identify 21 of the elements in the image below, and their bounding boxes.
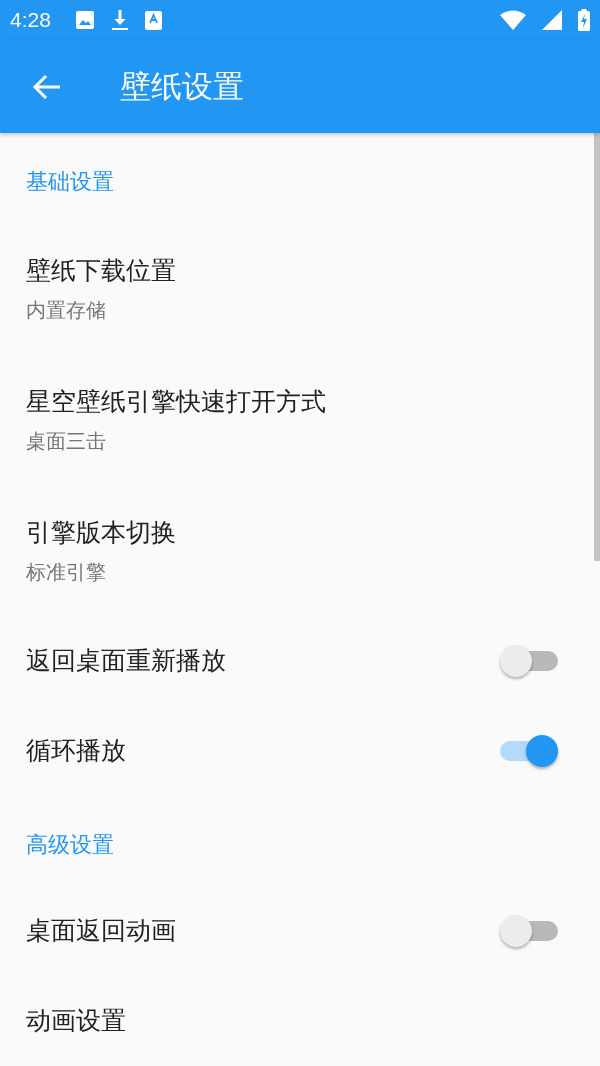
toggle-switch[interactable] [500, 914, 558, 948]
keyboard-icon [144, 10, 162, 30]
download-icon [110, 9, 129, 31]
wifi-icon [500, 10, 526, 30]
app-bar-title: 壁纸设置 [120, 66, 244, 106]
setting-label: 桌面返回动画 [26, 915, 176, 947]
toggle-switch[interactable] [500, 644, 558, 678]
settings-item[interactable]: 壁纸下载位置 内置存储 [0, 223, 592, 354]
image-icon [74, 10, 95, 30]
signal-icon [542, 10, 562, 30]
settings-item[interactable]: 动画设置 [0, 976, 592, 1066]
section-header: 基础设置 [26, 169, 114, 194]
setting-label: 返回桌面重新播放 [26, 645, 226, 677]
settings-item[interactable]: 星空壁纸引擎快速打开方式 桌面三击 [0, 354, 592, 485]
setting-label: 循环播放 [26, 735, 126, 767]
battery-icon [578, 9, 590, 31]
settings-item[interactable]: 引擎版本切换 标准引擎 [0, 485, 592, 616]
section-header: 高级设置 [26, 832, 114, 857]
status-time: 4:28 [10, 8, 51, 32]
back-arrow-icon[interactable] [32, 73, 62, 100]
toggle-switch[interactable] [500, 734, 558, 768]
